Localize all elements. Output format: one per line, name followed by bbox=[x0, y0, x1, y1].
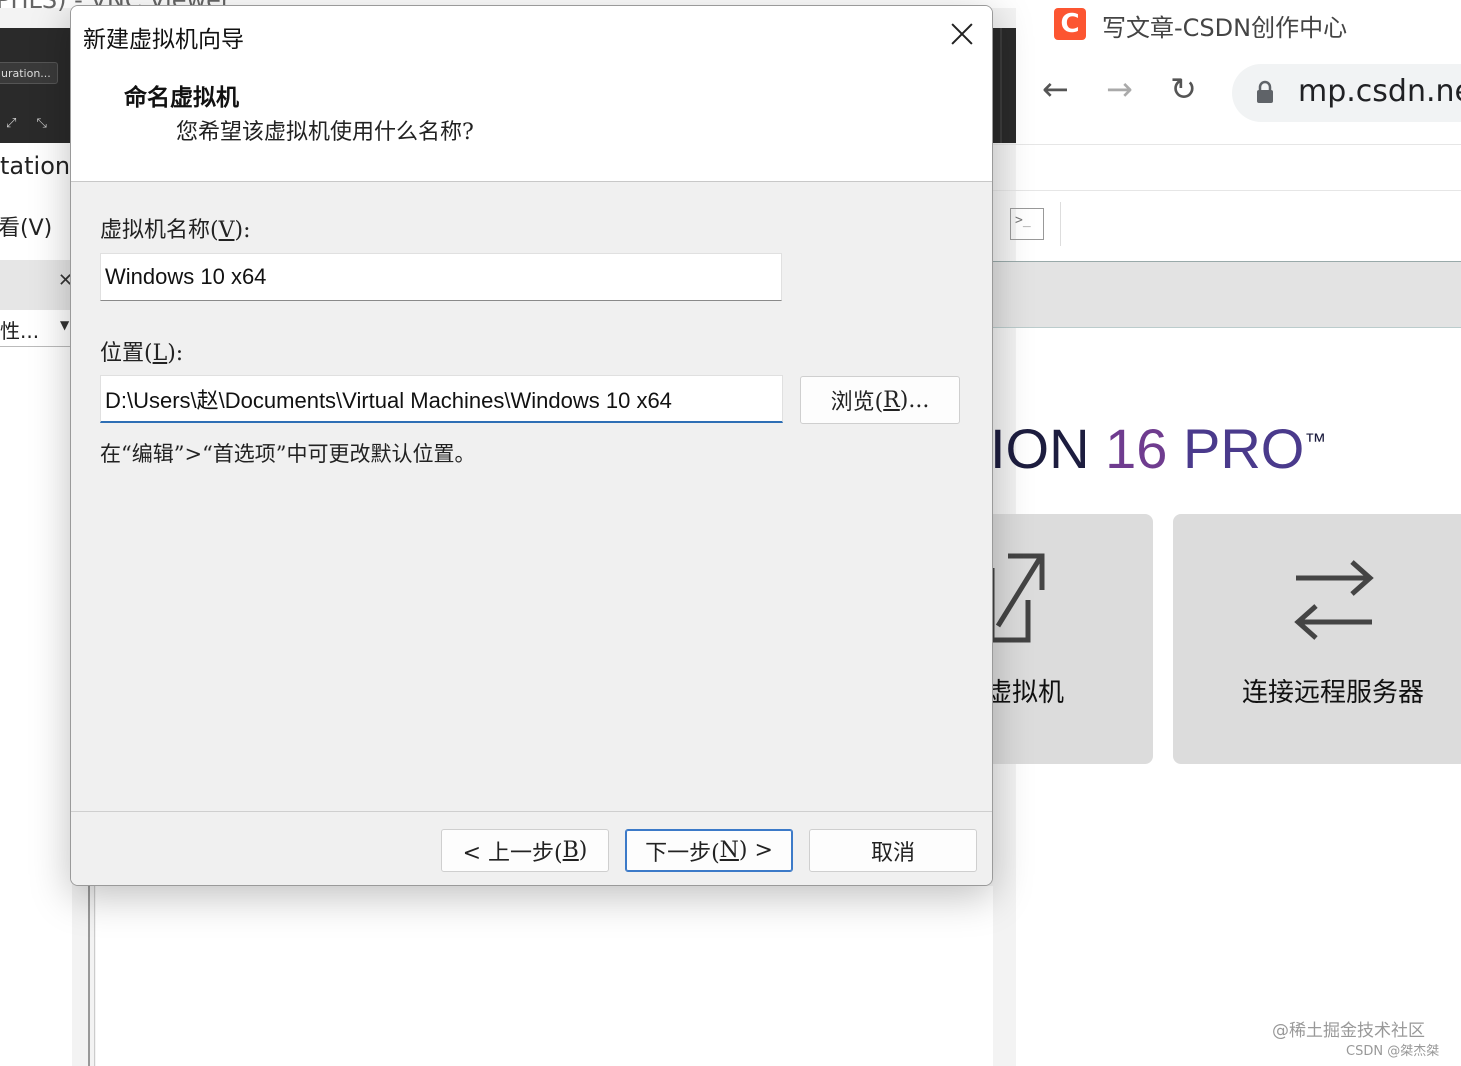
next-button[interactable]: 下一步(N) > bbox=[625, 829, 793, 872]
cancel-button[interactable]: 取消 bbox=[809, 829, 977, 872]
vm-name-input[interactable] bbox=[100, 253, 782, 301]
vnc-resize-icon[interactable]: ⤢ ⤡ bbox=[6, 116, 55, 131]
close-icon[interactable] bbox=[946, 18, 978, 50]
terminal-icon[interactable]: >_ bbox=[1010, 208, 1044, 240]
browser-divider bbox=[993, 144, 1461, 145]
default-location-hint: 在“编辑”>“首选项”中可更改默认位置。 bbox=[100, 442, 476, 466]
back-arrow-icon[interactable]: ← bbox=[1042, 70, 1069, 108]
location-label: 位置(L): bbox=[100, 341, 184, 366]
dialog-footer: < 上一步(B) 下一步(N) > 取消 bbox=[71, 811, 992, 885]
back-button[interactable]: < 上一步(B) bbox=[441, 829, 609, 872]
workstation-brand: ION 16 PRO™ bbox=[990, 416, 1326, 481]
connect-remote-card-label: 连接远程服务器 bbox=[1242, 678, 1425, 708]
vnc-toolbar-divider bbox=[1000, 28, 1002, 143]
dialog-title: 新建虚拟机向导 bbox=[83, 27, 244, 53]
library-border bbox=[88, 886, 90, 1066]
vmware-tab-strip bbox=[993, 261, 1461, 328]
address-url[interactable]: mp.csdn.net bbox=[1298, 74, 1461, 109]
brand-pro: PRO bbox=[1182, 417, 1305, 480]
forward-arrow-icon[interactable]: → bbox=[1106, 70, 1133, 108]
chevron-down-icon[interactable]: ▼ bbox=[60, 318, 69, 332]
dialog-header: 新建虚拟机向导 命名虚拟机 您希望该虚拟机使用什么名称? bbox=[71, 6, 992, 182]
browser-divider bbox=[993, 190, 1461, 191]
lock-icon bbox=[1257, 80, 1273, 103]
vmware-content-area bbox=[96, 886, 993, 1066]
browser-tab-title[interactable]: 写文章-CSDN创作中心 bbox=[1102, 8, 1347, 43]
location-input[interactable] bbox=[100, 375, 783, 423]
new-vm-wizard-dialog: 新建虚拟机向导 命名虚拟机 您希望该虚拟机使用什么名称? 虚拟机名称(V): 位… bbox=[70, 5, 993, 886]
create-vm-card-label: 虚拟机 bbox=[986, 678, 1065, 708]
csdn-logo-icon: C bbox=[1054, 8, 1086, 40]
reload-icon[interactable]: ↻ bbox=[1170, 70, 1197, 108]
watermark: @稀土掘金技术社区 bbox=[1272, 1021, 1425, 1041]
brand-version: 16 bbox=[1105, 417, 1168, 480]
brand-trademark: ™ bbox=[1304, 428, 1327, 454]
step-subheading: 您希望该虚拟机使用什么名称? bbox=[176, 120, 474, 145]
vm-name-label: 虚拟机名称(V): bbox=[100, 218, 251, 243]
library-border-inner bbox=[94, 886, 95, 1066]
vmware-window-title: tation bbox=[0, 152, 71, 180]
swap-arrows-icon bbox=[1294, 560, 1374, 640]
library-combo-text: 性... bbox=[0, 319, 40, 343]
watermark-author: CSDN @桀杰桀 bbox=[1346, 1044, 1440, 1059]
toolbar-separator bbox=[1060, 202, 1061, 246]
open-external-icon bbox=[989, 553, 1045, 643]
brand-ion: ION bbox=[990, 417, 1090, 480]
browse-button[interactable]: 浏览(R)... bbox=[800, 376, 960, 424]
step-heading: 命名虚拟机 bbox=[124, 84, 239, 111]
vmware-menu-view[interactable]: 看(V) bbox=[0, 210, 52, 242]
vnc-configuration-button[interactable]: uration... bbox=[0, 62, 58, 84]
